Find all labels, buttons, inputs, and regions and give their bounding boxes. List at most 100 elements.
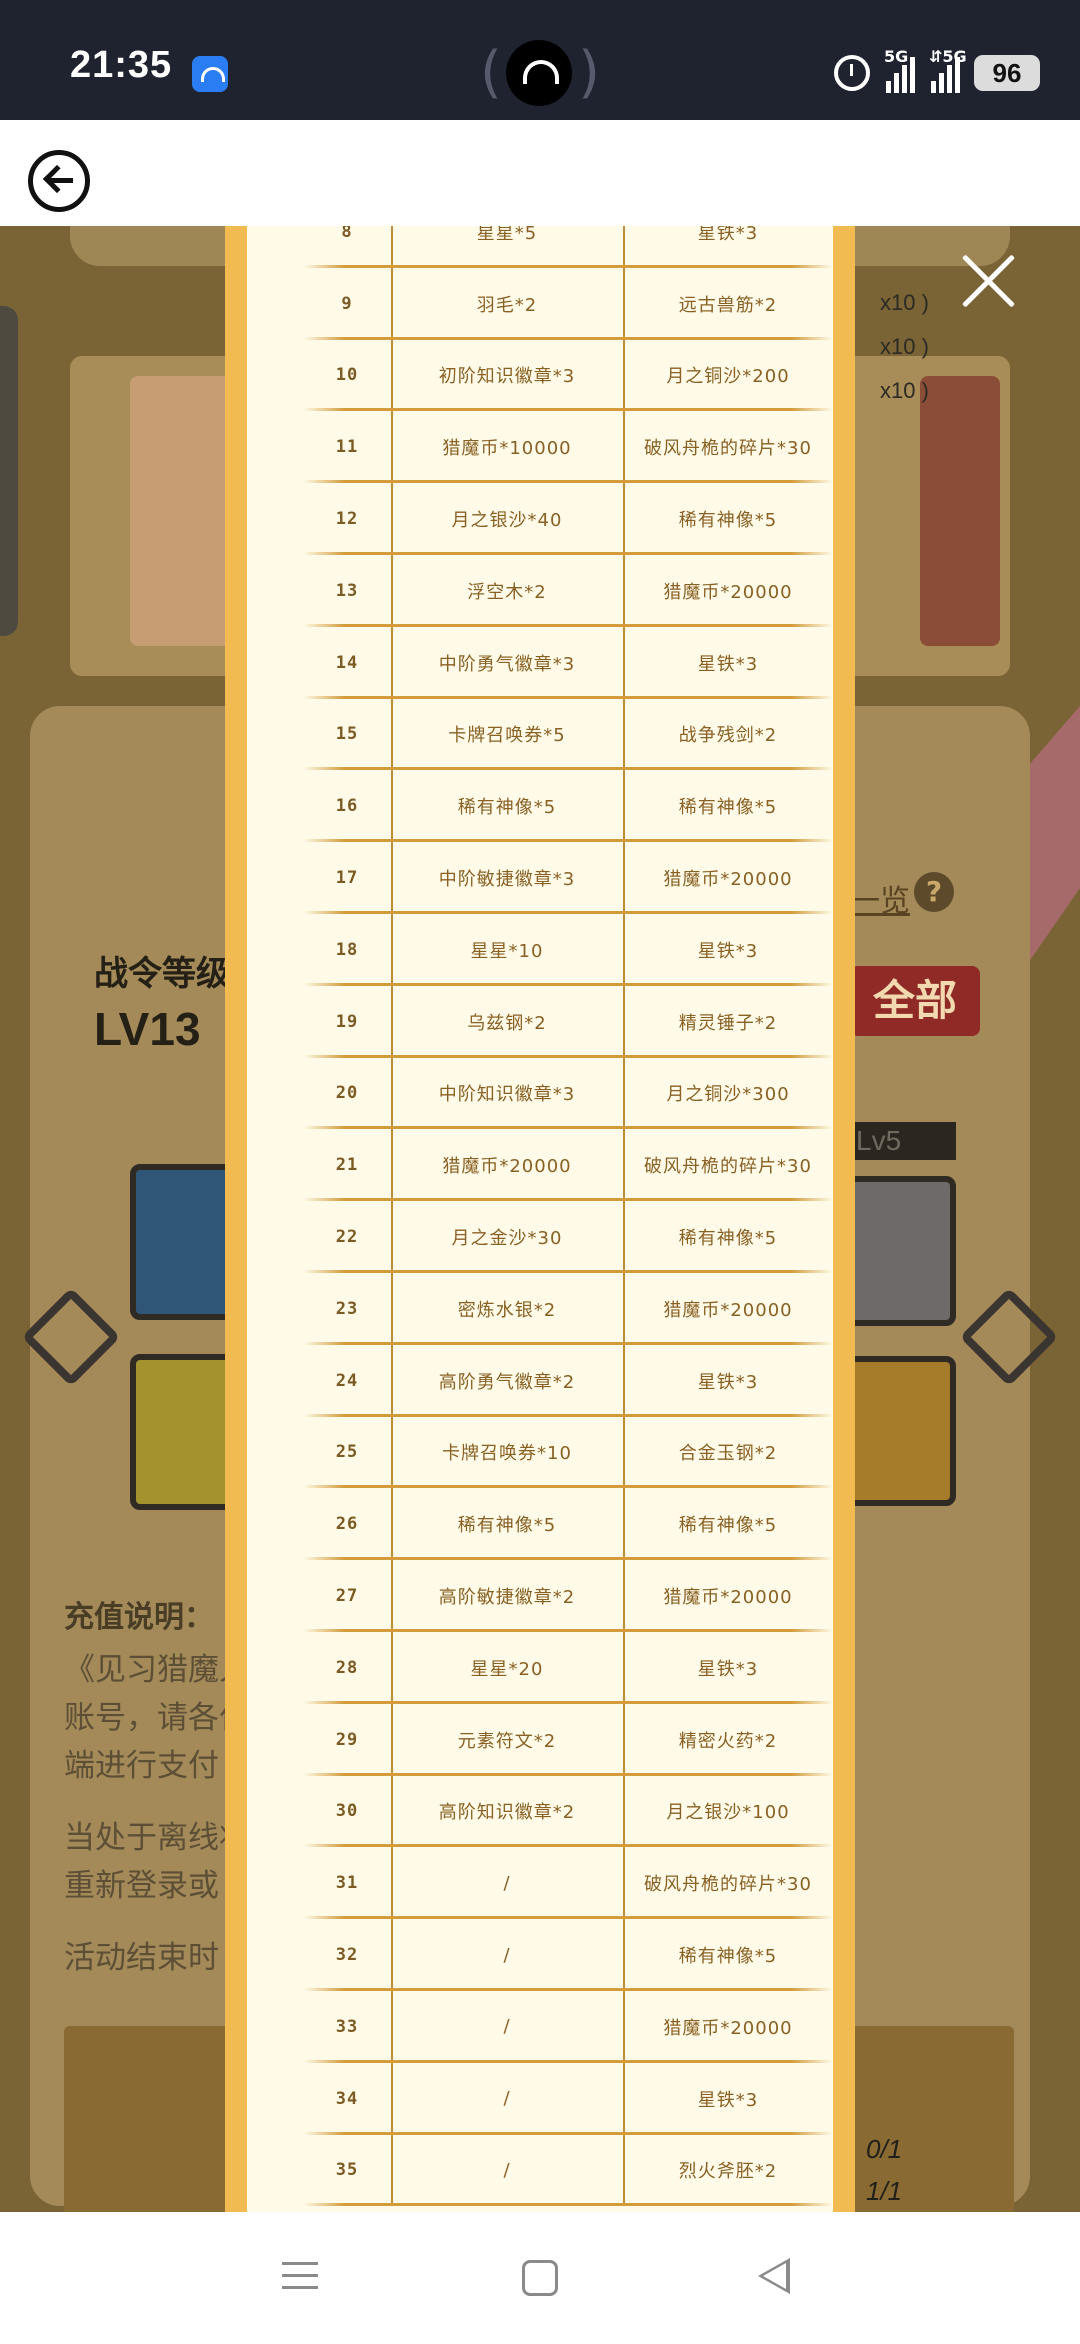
- paid-reward-cell: 星铁*3: [697, 653, 759, 675]
- reward-scroll-paper[interactable]: 8 星星*5 星铁*3 9 羽毛*2 远古兽筋*2 10 初阶知识徽章*3 月之铜沙*200 11…: [247, 226, 833, 2212]
- paid-reward-cell: 星铁*3: [697, 226, 759, 244]
- level-cell: 15: [335, 724, 359, 745]
- column-divider: [623, 339, 625, 412]
- column-divider: [391, 985, 393, 1058]
- level-cell: 19: [335, 1011, 359, 1032]
- column-divider: [391, 842, 393, 914]
- close-icon[interactable]: [958, 250, 1020, 312]
- paid-reward-cell: 合金玉钢*2: [678, 1443, 778, 1465]
- paid-reward-cell: 破风舟桅的碎片*30: [644, 1156, 812, 1178]
- free-reward-cell: 稀有神像*5: [457, 797, 557, 819]
- app-notification-icon: [192, 56, 228, 92]
- table-row: 9 羽毛*2 远古兽筋*2: [303, 267, 833, 340]
- free-reward-cell: 猎魔币*10000: [442, 438, 572, 460]
- scroll-edge-left: [225, 226, 247, 2212]
- reward-table: 8 星星*5 星铁*3 9 羽毛*2 远古兽筋*2 10 初阶知识徽章*3 月之铜沙*200 11…: [303, 226, 833, 2207]
- column-divider: [391, 2062, 393, 2135]
- bg-scroll-art: [920, 376, 1000, 646]
- bg-note-title: 充值说明：: [64, 1600, 214, 1635]
- menu-icon[interactable]: [282, 2260, 318, 2292]
- back-arrow-icon[interactable]: [28, 150, 90, 212]
- column-divider: [623, 1201, 625, 1273]
- free-reward-cell: 浮空木*2: [467, 581, 547, 603]
- level-cell: 8: [341, 226, 353, 242]
- paid-reward-cell: 猎魔币*20000: [663, 869, 793, 891]
- paid-reward-cell: 破风舟桅的碎片*30: [644, 438, 812, 460]
- bg-reward-line: x10 ): [880, 334, 929, 359]
- column-divider: [391, 1919, 393, 1991]
- triangle-back-icon[interactable]: [758, 2258, 790, 2294]
- home-icon[interactable]: [522, 2260, 558, 2296]
- table-row: 27 高阶敏捷徽章*2 猎魔币*20000: [303, 1560, 833, 1632]
- level-cell: 33: [335, 2016, 359, 2037]
- free-reward-cell: 猎魔币*20000: [442, 1156, 572, 1178]
- level-cell: 12: [335, 509, 359, 530]
- level-cell: 26: [335, 1514, 359, 1535]
- bg-progress: 0/1: [866, 2134, 903, 2164]
- status-time: 21:35: [70, 44, 173, 86]
- table-row: 28 星星*20 星铁*3: [303, 1631, 833, 1704]
- table-row: 14 中阶勇气徽章*3 星铁*3: [303, 626, 833, 699]
- alarm-icon: [834, 55, 870, 91]
- free-reward-cell: 月之金沙*30: [451, 1228, 563, 1250]
- column-divider: [623, 554, 625, 627]
- bg-reward-tile: [840, 1176, 956, 1326]
- table-row: 29 元素符文*2 精密火药*2: [303, 1703, 833, 1776]
- column-divider: [623, 2134, 625, 2207]
- bg-lv-badge: Lv5: [850, 1122, 956, 1160]
- bg-reward-tile: [840, 1356, 956, 1506]
- free-reward-cell: 月之银沙*40: [451, 510, 563, 532]
- column-divider: [623, 1488, 625, 1561]
- bg-left-strip: [0, 306, 18, 636]
- free-reward-cell: 羽毛*2: [476, 294, 538, 316]
- status-bar: 21:35 ( ) 5G ⇵5G 96: [0, 0, 1080, 120]
- level-cell: 16: [335, 796, 359, 817]
- level-cell: 22: [335, 1227, 359, 1248]
- paid-reward-cell: 月之铜沙*200: [666, 366, 790, 388]
- level-cell: 17: [335, 868, 359, 889]
- level-cell: 21: [335, 1155, 359, 1176]
- paid-reward-cell: 精灵锤子*2: [678, 1012, 778, 1034]
- paid-reward-cell: 烈火斧胚*2: [678, 2161, 778, 2183]
- table-row: 15 卡牌召唤券*5 战争残剑*2: [303, 698, 833, 771]
- paid-reward-cell: 猎魔币*20000: [663, 1587, 793, 1609]
- level-cell: 13: [335, 580, 359, 601]
- column-divider: [391, 1129, 393, 1202]
- table-row: 31 / 破风舟桅的碎片*30: [303, 1847, 833, 1920]
- table-row: 34 / 星铁*3: [303, 2062, 833, 2135]
- level-cell: 30: [335, 1801, 359, 1822]
- column-divider: [391, 2134, 393, 2207]
- bg-lv-title: 战令等级: [94, 954, 230, 994]
- column-divider: [623, 1416, 625, 1489]
- table-row: 17 中阶敏捷徽章*3 猎魔币*20000: [303, 842, 833, 914]
- paid-reward-cell: 月之银沙*100: [666, 1802, 790, 1824]
- column-divider: [391, 1847, 393, 1920]
- paid-reward-cell: 破风舟桅的碎片*30: [644, 1874, 812, 1896]
- column-divider: [623, 1990, 625, 2063]
- level-cell: 23: [335, 1298, 359, 1319]
- column-divider: [391, 1775, 393, 1848]
- table-row: 26 稀有神像*5 稀有神像*5: [303, 1488, 833, 1561]
- paid-reward-cell: 星铁*3: [697, 2089, 759, 2111]
- column-divider: [623, 1272, 625, 1345]
- column-divider: [391, 1990, 393, 2063]
- level-cell: 32: [335, 1945, 359, 1966]
- level-cell: 29: [335, 1729, 359, 1750]
- table-row: 32 / 稀有神像*5: [303, 1919, 833, 1991]
- column-divider: [391, 483, 393, 555]
- network-type-2: ⇵5G: [929, 47, 967, 66]
- column-divider: [391, 913, 393, 986]
- column-divider: [391, 698, 393, 771]
- column-divider: [623, 267, 625, 340]
- signal-icon-2: ⇵5G: [929, 47, 967, 93]
- bg-reward-tile: [130, 1164, 240, 1320]
- column-divider: [391, 1201, 393, 1273]
- level-cell: 24: [335, 1370, 359, 1391]
- level-cell: 34: [335, 2088, 359, 2109]
- column-divider: [391, 554, 393, 627]
- table-row: 21 猎魔币*20000 破风舟桅的碎片*30: [303, 1129, 833, 1202]
- table-row: 13 浮空木*2 猎魔币*20000: [303, 554, 833, 627]
- bg-lv-value: LV13: [94, 1003, 201, 1055]
- column-divider: [391, 1703, 393, 1776]
- battery-indicator: 96: [974, 55, 1040, 91]
